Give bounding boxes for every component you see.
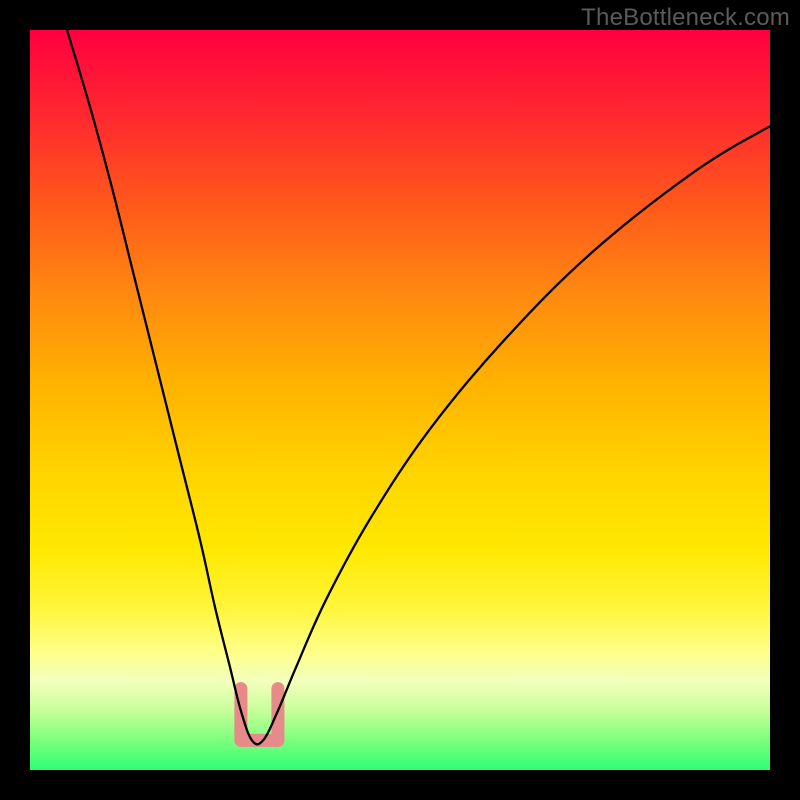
curve-layer <box>30 30 770 770</box>
watermark-text: TheBottleneck.com <box>581 4 790 32</box>
optimum-markers <box>241 689 278 741</box>
bottleneck-curve <box>67 30 770 744</box>
chart-frame: TheBottleneck.com <box>0 0 800 800</box>
plot-area <box>30 30 770 770</box>
